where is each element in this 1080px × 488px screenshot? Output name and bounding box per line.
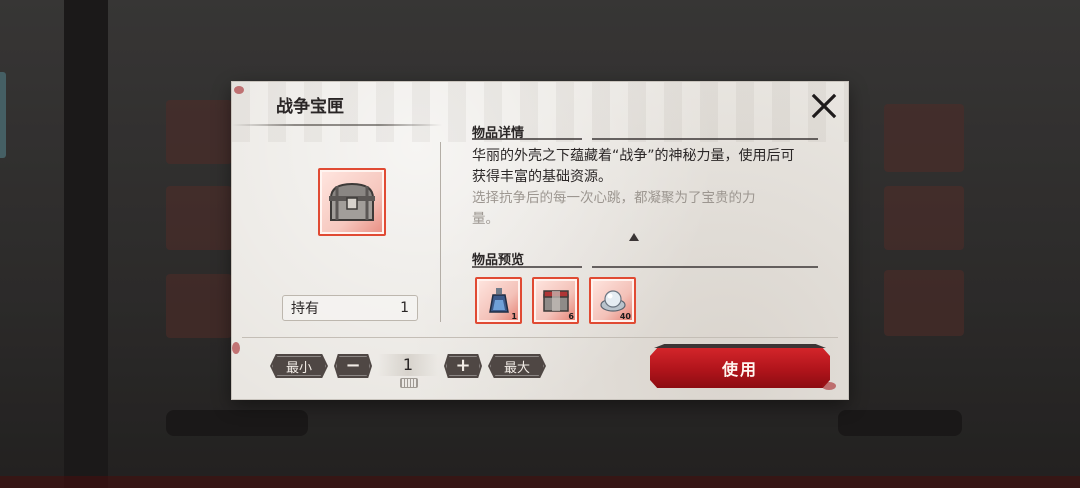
holding-label: 持有 [291, 301, 319, 317]
preview-item-count: 1 [511, 312, 517, 321]
item-flavor-text: 选择抗争后的每一次心跳，都凝聚为了宝贵的力量。 [472, 190, 756, 227]
blood-splatter-decoration [234, 86, 244, 94]
decrease-quantity-button[interactable]: − [334, 354, 372, 378]
preview-item-count: 6 [568, 312, 574, 321]
supply-crate-icon [542, 289, 569, 312]
max-quantity-button[interactable]: 最大 [488, 354, 546, 378]
treasure-chest-icon [329, 182, 375, 221]
preview-item[interactable]: 40 [589, 277, 636, 324]
plus-icon: + [455, 355, 471, 376]
use-button-frame [654, 344, 826, 348]
scroll-up-icon[interactable] [629, 233, 639, 241]
item-description: 华丽的外壳之下蕴藏着“战争”的神秘力量，使用后可获得丰富的基础资源。 [472, 148, 795, 185]
close-x-icon [811, 93, 837, 119]
min-quantity-button[interactable]: 最小 [270, 354, 328, 378]
quantity-input[interactable]: 1 [378, 354, 438, 376]
panel-divider [440, 142, 441, 322]
dialog-title: 战争宝匣 [276, 97, 344, 117]
holding-value: 1 [400, 300, 409, 316]
close-button[interactable] [808, 90, 840, 122]
preview-item[interactable]: 1 [475, 277, 522, 324]
details-heading-rule [472, 138, 818, 140]
keyboard-icon[interactable] [400, 378, 418, 388]
preview-item[interactable]: 6 [532, 277, 579, 324]
holding-count-box: 持有 1 [282, 295, 418, 321]
item-icon-frame [318, 168, 386, 236]
preview-item-count: 40 [619, 312, 631, 321]
blue-potion-icon [488, 287, 509, 313]
preview-item-list: 1 6 40 [475, 277, 636, 324]
minus-icon: − [345, 355, 361, 376]
blood-splatter-decoration [822, 382, 836, 390]
use-button[interactable]: 使用 [650, 348, 830, 388]
item-detail-dialog: 战争宝匣 持有 1 物品详情 华丽的外壳之下蕴藏着“战争”的神秘力量，使用后可获… [232, 82, 848, 399]
title-underline [232, 124, 442, 126]
blood-splatter-decoration [232, 342, 240, 354]
preview-heading-rule [472, 266, 818, 268]
increase-quantity-button[interactable]: + [444, 354, 482, 378]
min-quantity-label: 最小 [285, 360, 312, 376]
max-quantity-label: 最大 [503, 360, 530, 376]
footer-divider [242, 337, 838, 338]
